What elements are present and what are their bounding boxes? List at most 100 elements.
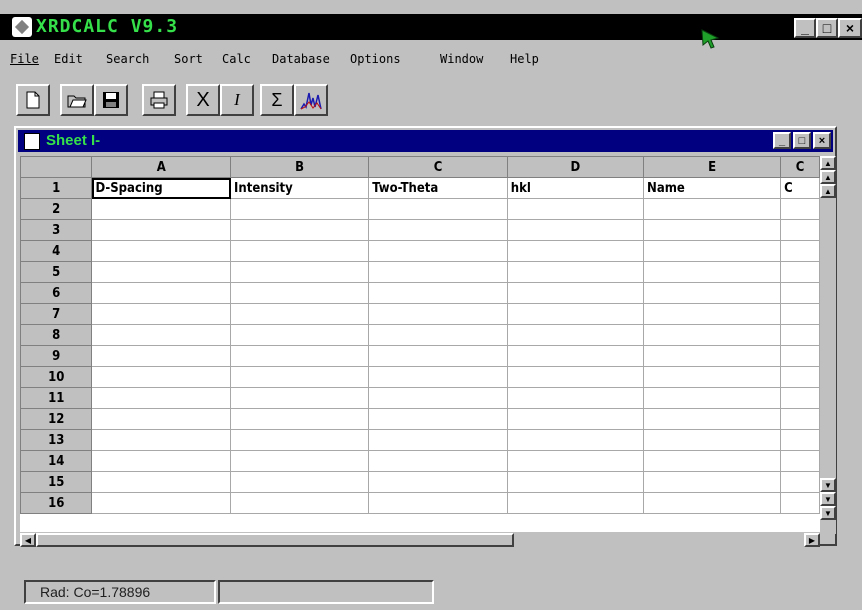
- cell[interactable]: [368, 324, 508, 346]
- cell-e1[interactable]: Name: [643, 177, 782, 199]
- cell[interactable]: [643, 303, 782, 325]
- cell[interactable]: [91, 471, 232, 493]
- column-header[interactable]: C: [368, 156, 508, 178]
- scroll-left-button[interactable]: ◀: [20, 533, 36, 547]
- row-header[interactable]: 9: [20, 345, 93, 367]
- cell[interactable]: [368, 387, 508, 409]
- sheet-icon[interactable]: [24, 133, 40, 150]
- menu-sort[interactable]: Sort: [174, 52, 203, 66]
- cell[interactable]: [368, 450, 508, 472]
- cell[interactable]: [506, 219, 645, 241]
- delete-button[interactable]: X: [186, 84, 220, 116]
- cell[interactable]: [506, 492, 645, 514]
- cell-c1[interactable]: Two-Theta: [368, 177, 508, 199]
- cell[interactable]: [506, 345, 645, 367]
- cell[interactable]: [91, 303, 232, 325]
- cell[interactable]: [91, 492, 232, 514]
- cell[interactable]: [230, 471, 370, 493]
- cell[interactable]: [506, 387, 645, 409]
- cell[interactable]: [643, 387, 782, 409]
- cell[interactable]: [643, 282, 782, 304]
- sheet-minimize-button[interactable]: _: [773, 132, 791, 149]
- cell[interactable]: [91, 429, 232, 451]
- cell[interactable]: [506, 324, 645, 346]
- menu-calc[interactable]: Calc: [222, 52, 251, 66]
- cell[interactable]: [368, 198, 508, 220]
- sheet-maximize-button[interactable]: □: [793, 132, 811, 149]
- cell[interactable]: [91, 219, 232, 241]
- cell[interactable]: [230, 366, 370, 388]
- cell[interactable]: [368, 240, 508, 262]
- cell[interactable]: [230, 387, 370, 409]
- menu-file[interactable]: File: [10, 52, 39, 66]
- cell[interactable]: [91, 345, 232, 367]
- cell[interactable]: [780, 303, 820, 325]
- cell[interactable]: [780, 471, 820, 493]
- cell[interactable]: [780, 345, 820, 367]
- row-header[interactable]: 15: [20, 471, 93, 493]
- cell[interactable]: [643, 324, 782, 346]
- cell[interactable]: [780, 261, 820, 283]
- sheet-close-button[interactable]: ×: [813, 132, 831, 149]
- cell[interactable]: [91, 366, 232, 388]
- cell[interactable]: [780, 450, 820, 472]
- open-button[interactable]: [60, 84, 94, 116]
- cell[interactable]: [780, 219, 820, 241]
- menu-edit[interactable]: Edit: [54, 52, 83, 66]
- scroll-down-button[interactable]: ▼: [820, 478, 836, 492]
- row-header[interactable]: 4: [20, 240, 93, 262]
- cell[interactable]: [368, 261, 508, 283]
- italic-button[interactable]: I: [220, 84, 254, 116]
- cell[interactable]: [780, 366, 820, 388]
- cell[interactable]: [506, 450, 645, 472]
- row-header[interactable]: 16: [20, 492, 93, 514]
- cell[interactable]: [643, 408, 782, 430]
- maximize-button[interactable]: □: [816, 18, 838, 38]
- cell[interactable]: [230, 261, 370, 283]
- horizontal-scroll-thumb[interactable]: [36, 533, 514, 547]
- cell[interactable]: [506, 240, 645, 262]
- row-header[interactable]: 11: [20, 387, 93, 409]
- menu-search[interactable]: Search: [106, 52, 149, 66]
- save-button[interactable]: [94, 84, 128, 116]
- new-file-button[interactable]: [16, 84, 50, 116]
- cell[interactable]: [230, 324, 370, 346]
- cell[interactable]: [506, 198, 645, 220]
- cell[interactable]: [230, 282, 370, 304]
- cell[interactable]: [230, 408, 370, 430]
- cell-b1[interactable]: Intensity: [230, 177, 370, 199]
- cell[interactable]: [506, 366, 645, 388]
- cell[interactable]: [643, 492, 782, 514]
- cell[interactable]: [506, 261, 645, 283]
- menu-help[interactable]: Help: [510, 52, 539, 66]
- row-header[interactable]: 7: [20, 303, 93, 325]
- cell[interactable]: [368, 429, 508, 451]
- cell[interactable]: [368, 345, 508, 367]
- row-header[interactable]: 13: [20, 429, 93, 451]
- scroll-page-down-button[interactable]: ▼: [820, 492, 836, 506]
- column-header[interactable]: B: [230, 156, 370, 178]
- scroll-bottom-button[interactable]: ▼: [820, 506, 836, 520]
- horizontal-scrollbar[interactable]: ◀ ▶: [20, 532, 820, 548]
- cell[interactable]: [506, 303, 645, 325]
- cell[interactable]: [780, 282, 820, 304]
- cell[interactable]: [643, 429, 782, 451]
- app-icon[interactable]: [12, 17, 32, 37]
- cell[interactable]: [506, 282, 645, 304]
- row-header[interactable]: 2: [20, 198, 93, 220]
- cell[interactable]: [368, 303, 508, 325]
- cell[interactable]: [368, 366, 508, 388]
- cell[interactable]: [230, 450, 370, 472]
- cell[interactable]: [506, 429, 645, 451]
- close-button[interactable]: ×: [838, 18, 862, 38]
- row-header[interactable]: 3: [20, 219, 93, 241]
- cell[interactable]: [368, 492, 508, 514]
- cell[interactable]: [91, 198, 232, 220]
- cell[interactable]: [643, 450, 782, 472]
- menu-database[interactable]: Database: [272, 52, 330, 66]
- scroll-right-button[interactable]: ▶: [804, 533, 820, 547]
- row-header[interactable]: 5: [20, 261, 93, 283]
- cell[interactable]: [643, 366, 782, 388]
- row-header[interactable]: 8: [20, 324, 93, 346]
- column-header[interactable]: A: [91, 156, 232, 178]
